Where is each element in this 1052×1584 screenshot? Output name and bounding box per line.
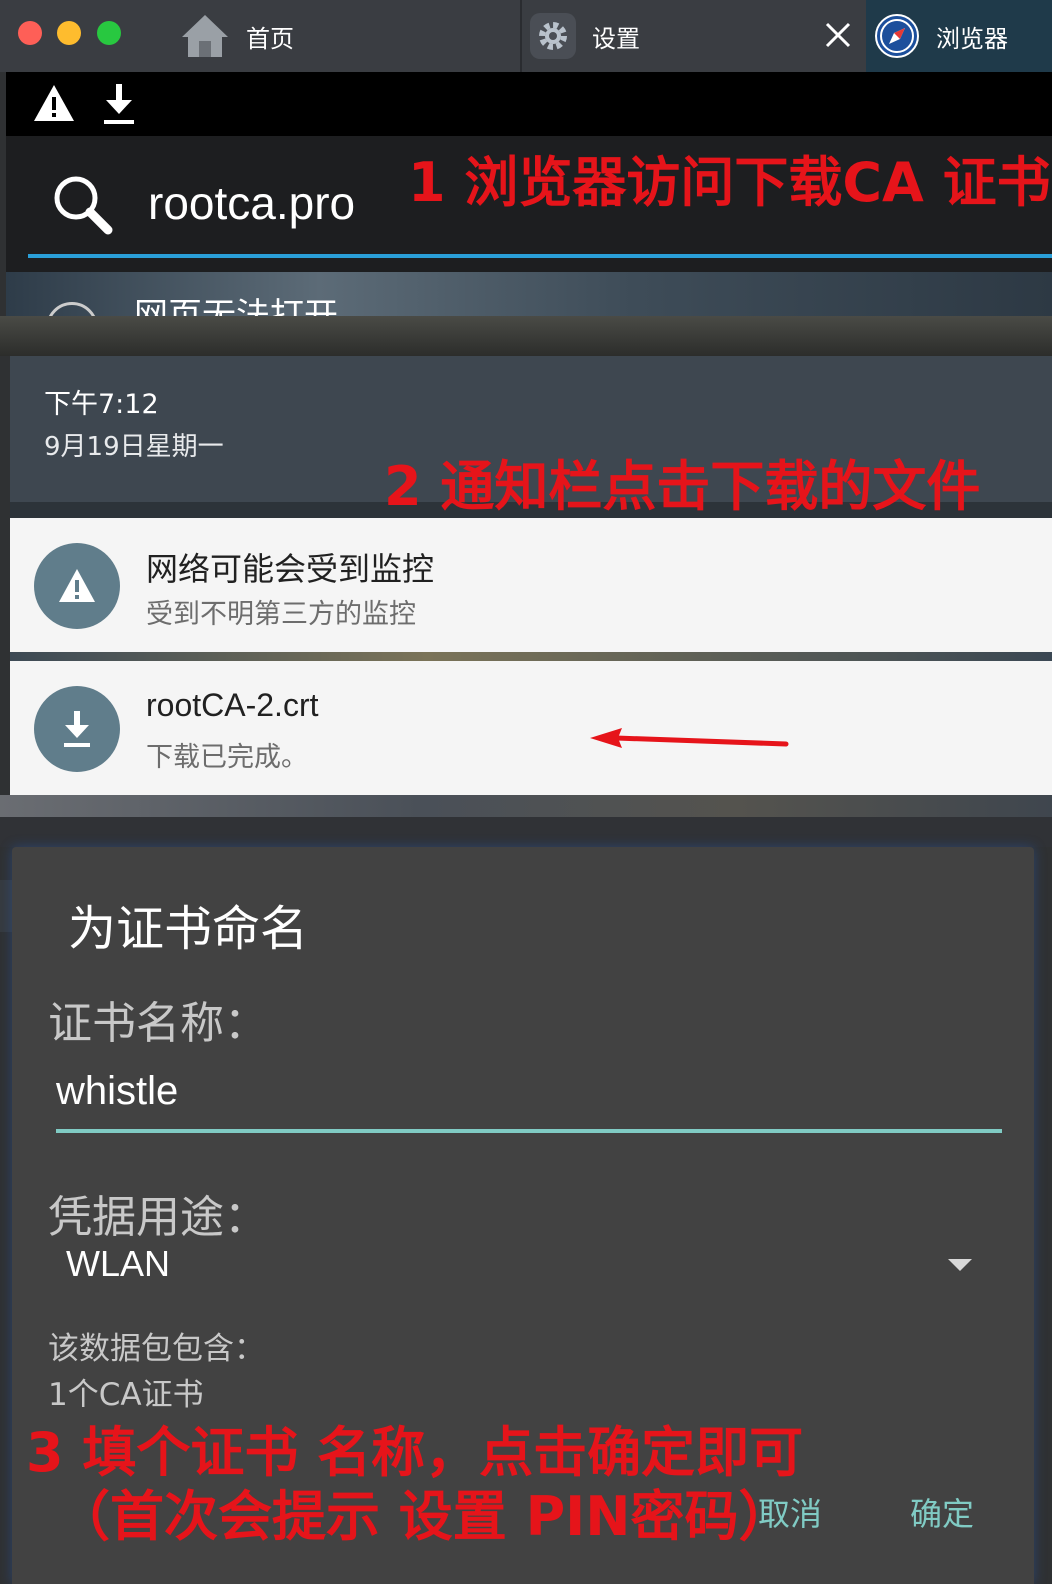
download-icon [102, 82, 136, 130]
minimize-window-button[interactable] [57, 21, 81, 45]
tab-settings-label: 设置 [592, 24, 640, 53]
divider [0, 795, 1052, 847]
tab-home[interactable]: 首页 [176, 0, 516, 72]
package-info-label: 该数据包包含： [48, 1331, 265, 1367]
notification-download-complete[interactable]: rootCA-2.crt 下载已完成。 [10, 661, 1052, 795]
cert-name-input[interactable]: whistle [56, 1069, 1002, 1133]
download-icon [34, 686, 120, 772]
close-window-button[interactable] [18, 21, 42, 45]
divider [10, 652, 1052, 661]
annotation-step2: 2 通知栏点击下载的文件 [384, 455, 981, 518]
usage-select[interactable]: WLAN [66, 1243, 972, 1293]
error-globe-icon [46, 302, 98, 316]
usage-label: 凭据用途： [48, 1192, 268, 1243]
dialog-title: 为证书命名 [68, 901, 309, 957]
cert-name-label: 证书名称： [48, 998, 268, 1049]
tab-settings[interactable]: 设置 [520, 0, 865, 72]
ok-button[interactable]: 确定 [910, 1489, 974, 1535]
web-page-area: 网页无法打开 [6, 272, 1052, 316]
notification-text: 受到不明第三方的监控 [146, 599, 416, 630]
tab-browser-label: 浏览器 [936, 24, 1008, 53]
divider [0, 880, 12, 932]
maximize-window-button[interactable] [97, 21, 121, 45]
shade-time: 下午7:12 [44, 389, 159, 420]
warning-icon [34, 543, 120, 629]
notification-title: 网络可能会受到监控 [146, 550, 435, 588]
warning-icon [32, 82, 76, 128]
android-statusbar [6, 72, 1052, 136]
annotation-step3-note: （首次会提示 设置 PIN密码） [56, 1485, 793, 1548]
home-icon [180, 11, 230, 61]
tab-browser[interactable]: 浏览器 [866, 0, 1052, 72]
close-tab-icon[interactable] [821, 18, 855, 52]
screenshot-root: 首页 设置 浏览器 rootca.pro 网页无法打开 1 浏览器访问下载CA … [0, 0, 1052, 1584]
compass-icon [872, 11, 922, 61]
usage-value: WLAN [66, 1243, 171, 1284]
chevron-down-icon [948, 1259, 972, 1271]
red-arrow-icon [586, 722, 796, 766]
notification-text: 下载已完成。 [146, 742, 308, 773]
shade-date: 9月19日星期一 [44, 432, 224, 462]
url-underline [28, 254, 1052, 258]
search-icon [50, 172, 116, 242]
tab-home-label: 首页 [246, 24, 294, 53]
gear-icon [530, 13, 576, 59]
notification-network-monitor[interactable]: 网络可能会受到监控 受到不明第三方的监控 [10, 518, 1052, 652]
page-error-message: 网页无法打开 [134, 296, 338, 316]
url-text[interactable]: rootca.pro [148, 176, 355, 230]
window-titlebar: 首页 设置 浏览器 [0, 0, 1052, 72]
annotation-step1: 1 浏览器访问下载CA 证书 [408, 151, 1051, 214]
notification-title: rootCA-2.crt [146, 687, 319, 723]
divider [0, 316, 1052, 356]
